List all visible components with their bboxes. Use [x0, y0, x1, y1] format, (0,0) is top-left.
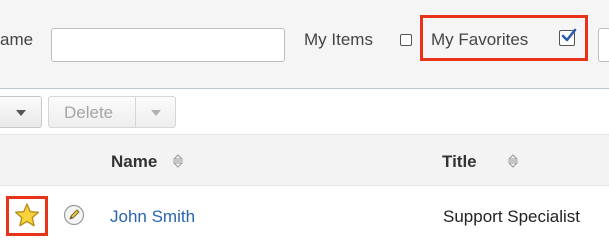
checkmark-icon	[561, 28, 577, 42]
filter-bar: ame My Items My Favorites	[0, 0, 609, 88]
my-favorites-label: My Favorites	[431, 30, 529, 49]
table-header: Name Title	[0, 134, 609, 186]
my-items-label: My Items	[304, 30, 373, 49]
table-row: John Smith Support Specialist	[0, 186, 609, 244]
my-items-checkbox[interactable]	[400, 34, 412, 46]
sort-arrows-icon[interactable]	[507, 153, 519, 169]
chevron-down-icon	[16, 110, 26, 116]
name-filter-input[interactable]	[51, 28, 285, 62]
chevron-down-icon[interactable]	[151, 110, 161, 116]
additional-filter-input[interactable]	[598, 28, 609, 62]
pencil-icon[interactable]	[63, 204, 85, 226]
star-icon[interactable]	[14, 202, 40, 228]
contact-name-link[interactable]: John Smith	[110, 207, 195, 227]
my-favorites-checkbox[interactable]	[559, 28, 577, 46]
name-filter-label: ame	[0, 30, 34, 49]
column-header-name[interactable]: Name	[111, 152, 157, 172]
sort-arrows-icon[interactable]	[172, 153, 184, 169]
button-separator	[135, 97, 136, 127]
contact-title: Support Specialist	[443, 207, 581, 226]
action-toolbar: Delete	[0, 89, 609, 134]
column-header-title[interactable]: Title	[442, 152, 477, 172]
delete-button-label: Delete	[64, 103, 114, 122]
select-dropdown-button[interactable]	[0, 96, 42, 128]
delete-button[interactable]: Delete	[48, 96, 176, 128]
